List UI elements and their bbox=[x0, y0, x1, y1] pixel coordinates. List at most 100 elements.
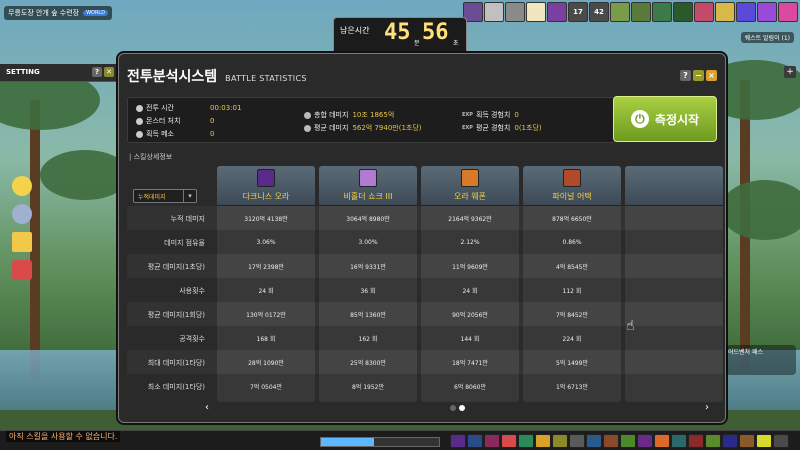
skill-column-header: 오라 웨폰 bbox=[421, 166, 519, 206]
lightbulb-icon[interactable] bbox=[12, 176, 32, 196]
hotkey-slot[interactable] bbox=[467, 434, 483, 448]
hotkey-slot[interactable] bbox=[739, 434, 755, 448]
table-cell: 28억 1090만 bbox=[217, 350, 315, 374]
hint-icon[interactable] bbox=[12, 204, 32, 224]
buff-icon bbox=[715, 2, 735, 22]
average-damage-value: 562억 7940만(1초당) bbox=[352, 124, 422, 132]
table-cell: 6억 8060만 bbox=[453, 383, 487, 391]
table-cell: 168 회 bbox=[256, 335, 276, 343]
hotkey-slot[interactable] bbox=[535, 434, 551, 448]
table-cell: 2164억 9362만 bbox=[421, 206, 519, 230]
battle-statistics-window: 전투분석시스템 BATTLE STATISTICS ? − × 전투 시간 00… bbox=[118, 53, 726, 423]
buff-icon bbox=[673, 2, 693, 22]
hotkey-slot[interactable] bbox=[586, 434, 602, 448]
help-button[interactable]: ? bbox=[680, 70, 691, 81]
minimize-button[interactable]: − bbox=[693, 70, 704, 81]
skill-icon bbox=[461, 169, 479, 187]
hotkey-slot[interactable] bbox=[688, 434, 704, 448]
buff-icon: 42 bbox=[589, 2, 609, 22]
world-badge: WORLD bbox=[83, 10, 109, 16]
star-icon[interactable] bbox=[12, 232, 32, 252]
hotkey-slot[interactable] bbox=[569, 434, 585, 448]
total-damage-stat: 총합 데미지 10조 1865억 bbox=[304, 110, 394, 120]
skill-column-header: 파이널 어택 bbox=[523, 166, 621, 206]
quest-helper[interactable]: 퀘스트 알림이 (1) bbox=[740, 32, 794, 43]
table-cell: 24 회 bbox=[462, 287, 478, 295]
timer-minutes-unit: 분 bbox=[414, 40, 420, 47]
power-icon: ⏻ bbox=[630, 110, 649, 128]
skill-column-header: 다크니스 오라 bbox=[217, 166, 315, 206]
battle-time-value: 00:03:01 bbox=[210, 104, 242, 112]
start-measure-button[interactable]: ⏻ 측정시작 bbox=[613, 96, 717, 142]
table-cell: 7억 0504만 bbox=[249, 383, 283, 391]
hotkey-slot[interactable] bbox=[552, 434, 568, 448]
row-label: 최소 데미지(1타당) bbox=[147, 383, 205, 391]
exp-earned-stat: EXP 획득 경험치 0 bbox=[462, 111, 519, 119]
skill-name: 다크니스 오라 bbox=[242, 192, 290, 201]
row-label: 공격횟수 bbox=[179, 335, 205, 343]
hotkey-slot[interactable] bbox=[773, 434, 789, 448]
sort-dropdown[interactable]: 누적데미지 ▾ bbox=[133, 189, 197, 203]
hotkey-slot[interactable] bbox=[654, 434, 670, 448]
total-damage-value: 10조 1865억 bbox=[352, 111, 395, 119]
buff-icon bbox=[505, 2, 525, 22]
system-chat-message: 아직 스킬을 사용할 수 없습니다. bbox=[6, 431, 121, 442]
buff-icon bbox=[547, 2, 567, 22]
table-cell bbox=[625, 206, 723, 230]
hotkey-slot[interactable] bbox=[705, 434, 721, 448]
table-cell: 112 회 bbox=[562, 287, 582, 295]
table-cell: 18억 7471만 bbox=[421, 350, 519, 374]
average-exp-stat: EXP 평균 경험치 0(1초당) bbox=[462, 124, 542, 132]
setting-panel: SETTING ? ✕ bbox=[0, 64, 118, 82]
exp-earned-value: 0 bbox=[514, 111, 519, 119]
close-button[interactable]: × bbox=[706, 70, 717, 81]
hotkey-slot[interactable] bbox=[484, 434, 500, 448]
skill-column: 파이널 어택 878억 6650만 0.86% 4억 8545만 112 회 7억 845… bbox=[523, 166, 621, 402]
setting-help-button[interactable]: ? bbox=[92, 67, 102, 77]
skill-detail-header: | 스킬상세정보 bbox=[129, 153, 173, 161]
table-cell: 25억 8300만 bbox=[319, 350, 417, 374]
average-damage-stat: 평균 데미지 562억 7940만(1초당) bbox=[304, 123, 422, 133]
hotkey-slot[interactable] bbox=[518, 434, 534, 448]
setting-title: SETTING bbox=[6, 68, 40, 76]
monsters-killed-stat: 몬스터 처치 0 bbox=[136, 116, 214, 126]
adventure-widget-label: 어드벤처 패스 bbox=[728, 349, 764, 356]
page-dot[interactable] bbox=[450, 405, 456, 411]
skill-column-header: 비홀더 쇼크 III bbox=[319, 166, 417, 206]
page-dot[interactable] bbox=[459, 405, 465, 411]
hotkey-slot[interactable] bbox=[603, 434, 619, 448]
skill-column: 오라 웨폰 2164억 9362만 2.12% 11억 9609만 24 회 90억 20… bbox=[421, 166, 519, 402]
hotkey-bar bbox=[450, 434, 789, 448]
table-cell: 162 회 bbox=[358, 335, 378, 343]
sort-dropdown-value: 누적데미지 bbox=[138, 193, 166, 201]
hotkey-slot[interactable] bbox=[450, 434, 466, 448]
hotkey-slot[interactable] bbox=[722, 434, 738, 448]
monsters-killed-value: 0 bbox=[210, 117, 215, 125]
timer-minutes: 45 bbox=[384, 20, 411, 45]
plus-icon[interactable]: + bbox=[784, 66, 796, 78]
table-cell: 4억 8545만 bbox=[523, 254, 621, 278]
table-cell bbox=[625, 350, 723, 374]
table-cell: 11억 9609만 bbox=[421, 254, 519, 278]
battle-summary: 전투 시간 00:03:01 몬스터 처치 0 획득 메소 0 총합 데미지 1… bbox=[127, 97, 615, 143]
monster-icon bbox=[136, 117, 143, 125]
row-label: 평균 데미지(1회당) bbox=[147, 311, 205, 319]
adventure-widget[interactable]: 어드벤처 패스 bbox=[726, 345, 796, 375]
hotkey-slot[interactable] bbox=[637, 434, 653, 448]
buff-icon bbox=[778, 2, 798, 22]
next-page-button[interactable]: › bbox=[705, 402, 709, 413]
hotkey-slot[interactable] bbox=[756, 434, 772, 448]
hotkey-slot[interactable] bbox=[620, 434, 636, 448]
buff-bar: 17 42 bbox=[463, 2, 798, 22]
event-icon[interactable] bbox=[12, 260, 32, 280]
hotkey-slot[interactable] bbox=[671, 434, 687, 448]
sword-icon bbox=[304, 111, 311, 119]
table-cell: 17억 2398만 bbox=[217, 254, 315, 278]
row-label: 누적 데미지 bbox=[170, 215, 205, 223]
row-label: 최대 데미지(1타당) bbox=[147, 359, 205, 367]
skill-detail-table: 누적 데미지 데미지 점유율 평균 데미지(1초당) 사용횟수 평균 데미지(1회당) 공… bbox=[127, 166, 723, 406]
prev-page-button[interactable]: ‹ bbox=[205, 402, 209, 413]
hotkey-slot[interactable] bbox=[501, 434, 517, 448]
exp-bar bbox=[320, 437, 440, 447]
setting-close-button[interactable]: ✕ bbox=[104, 67, 114, 77]
